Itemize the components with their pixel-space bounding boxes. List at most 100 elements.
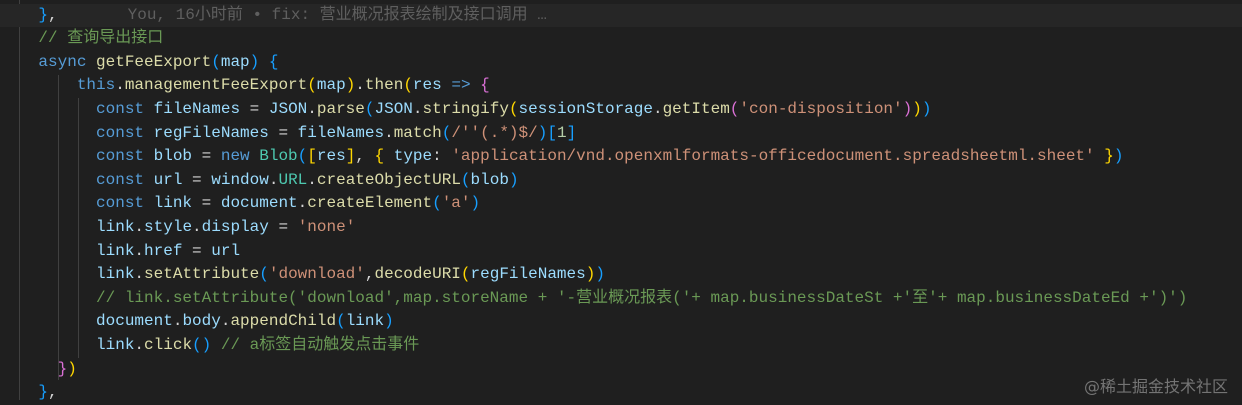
code-token: ) [1113,147,1124,166]
code-token: link [96,241,135,260]
code-token: JSON [374,99,413,118]
code-token: regFileNames [470,265,586,284]
code-token: . [220,312,231,331]
code-token: = [268,123,298,142]
code-token: const [96,194,154,213]
code-token: document [220,194,298,213]
code-token: ( [460,265,471,284]
code-token: createElement [307,194,433,213]
code-token: . [172,312,183,331]
code-token: ( [403,76,413,95]
code-token: 'none' [297,217,356,236]
code-token: { [480,76,490,95]
code-token: regFileNames [153,123,269,142]
code-token: then [364,76,404,95]
code-token: this [76,76,116,95]
code-token: getFeeExport [96,52,212,71]
code-token: } [57,359,68,378]
code-token: ) [470,194,481,213]
code-token: = [192,194,221,213]
code-token: = [268,217,298,236]
code-token: { [268,52,279,71]
code-line[interactable]: link.style.display = 'none' [0,216,1242,240]
code-line[interactable]: const blob = new Blob([res], { type: 'ap… [0,145,1242,169]
code-token: = [240,99,269,118]
code-line[interactable]: }) [0,358,1242,382]
code-token: const [96,147,154,166]
code-token: . [134,217,145,236]
code-token: () [192,335,212,354]
code-token: ) [537,123,548,142]
code-token: body [182,312,221,331]
code-token: [ [547,123,557,142]
code-line[interactable]: // 查询导出接口 [0,27,1242,51]
code-token: . [134,335,145,354]
code-token: Blob [259,147,298,166]
code-line[interactable]: }, [0,381,1242,405]
code-token: /''(.*)$/ [451,123,538,142]
code-token: ) [384,312,394,331]
code-token: ) [67,359,77,378]
code-token: ) [902,99,913,118]
code-token: ( [508,99,519,118]
code-token: ( [441,123,452,142]
code-token: = [182,170,212,189]
code-token: setAttribute [144,265,260,284]
code-line[interactable]: link.setAttribute('download',decodeURI(r… [0,263,1242,287]
code-token: . [384,123,394,142]
code-line[interactable]: }, You, 16小时前 • fix: 营业概况报表绘制及接口调用 … [0,3,1242,28]
code-token: new [220,147,260,166]
code-token: const [96,170,154,189]
code-line[interactable]: document.body.appendChild(link) [0,310,1242,334]
code-token: map [220,52,250,71]
git-blame-annotation[interactable]: You, 16小时前 • fix: 营业概况报表绘制及接口调用 … [128,6,547,24]
code-token: 'application/vnd.openxmlformats-officedo… [451,147,1095,166]
code-token: link [345,312,385,331]
code-line[interactable]: // link.setAttribute('download',map.stor… [0,287,1242,311]
code-token: . [307,170,317,189]
code-line[interactable]: const link = document.createElement('a') [0,192,1242,216]
code-token: = [182,241,212,260]
code-token: URL [278,170,308,189]
code-token: type [384,147,433,166]
code-token: . [307,99,317,118]
code-line[interactable]: const url = window.URL.createObjectURL(b… [0,169,1242,193]
code-token: JSON [268,99,308,118]
code-token: 'con-disposition' [739,99,903,118]
code-token: ( [729,99,740,118]
code-editor[interactable]: } }, You, 16小时前 • fix: 营业概况报表绘制及接口调用 … //… [0,0,1242,405]
code-token: , [355,147,375,166]
code-token: ) [595,265,605,284]
code-token: map [316,76,346,95]
code-token: . [192,217,202,236]
code-token: => [451,76,471,95]
code-token: href [144,241,183,260]
code-line[interactable]: const regFileNames = fileNames.match(/''… [0,122,1242,146]
code-token: , [48,5,58,24]
code-line[interactable]: link.href = url [0,240,1242,264]
code-token: ) [345,76,356,95]
code-token: 'a' [441,194,471,213]
code-token: ) [585,265,596,284]
code-token: url [153,170,183,189]
code-token: fileNames [153,99,241,118]
code-line[interactable]: async getFeeExport(map) { [0,51,1242,75]
code-token: async [38,52,97,71]
code-token: getItem [662,99,730,118]
code-token: blob [153,147,193,166]
code-token: // a标签自动触发点击事件 [220,335,420,354]
code-token: . [134,265,145,284]
code-token: parse [316,99,365,118]
code-token: ( [297,147,308,166]
code-token: ( [336,312,346,331]
code-token: } [1104,147,1114,166]
code-token: ) [921,99,932,118]
code-line[interactable]: this.managementFeeExport(map).then(res =… [0,74,1242,98]
code-token: ( [432,194,442,213]
code-line[interactable]: const fileNames = JSON.parse(JSON.string… [0,98,1242,122]
code-line[interactable]: link.click() // a标签自动触发点击事件 [0,334,1242,358]
code-token: const [96,123,154,142]
code-token: . [412,99,423,118]
code-token: } [38,383,49,402]
